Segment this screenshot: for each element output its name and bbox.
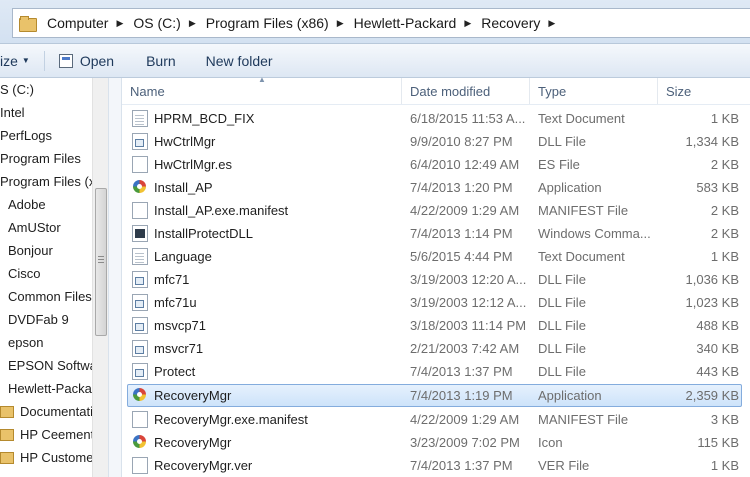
nav-item-intel[interactable]: Intel (0, 101, 25, 124)
table-row-selected[interactable]: RecoveryMgr 7/4/2013 1:19 PM Application… (127, 384, 742, 407)
file-icon (132, 457, 148, 474)
command-script-icon (132, 225, 148, 242)
nav-item-hewlett-packard[interactable]: Hewlett-Packa (8, 377, 92, 400)
table-row[interactable]: Install_AP 7/4/2013 1:20 PM Application … (127, 176, 742, 199)
table-row[interactable]: Install_AP.exe.manifest 4/22/2009 1:29 A… (127, 199, 742, 222)
folder-icon (0, 405, 14, 418)
nav-item-program-files-x86[interactable]: Program Files (x (0, 170, 95, 193)
table-row[interactable]: msvcr71 2/21/2003 7:42 AM DLL File 340 K… (127, 337, 742, 360)
nav-item-epson[interactable]: epson (8, 331, 43, 354)
table-row[interactable]: Protect 7/4/2013 1:37 PM DLL File 443 KB (127, 360, 742, 383)
table-row[interactable]: mfc71 3/19/2003 12:20 A... DLL File 1,03… (127, 268, 742, 291)
nav-scrollbar[interactable] (92, 78, 108, 477)
new-folder-button[interactable]: New folder (206, 53, 273, 69)
nav-item-amustor[interactable]: AmUStor (8, 216, 61, 239)
nav-item-program-files[interactable]: Program Files (0, 147, 81, 170)
breadcrumb-program-files-x86[interactable]: Program Files (x86) ▶ (206, 15, 354, 31)
chevron-down-icon: ▼ (21, 56, 30, 65)
open-button[interactable]: Open (58, 53, 114, 69)
icon-file-icon (132, 434, 148, 451)
table-row[interactable]: Language 5/6/2015 4:44 PM Text Document … (127, 245, 742, 268)
nav-item-os-c[interactable]: S (C:) (0, 78, 34, 101)
nav-item-epson-software[interactable]: EPSON Softwa (8, 354, 97, 377)
nav-item-hp-customer[interactable]: HP Customer (0, 446, 98, 469)
organize-button[interactable]: ize ▼ (0, 53, 30, 69)
table-row[interactable]: RecoveryMgr.ver 7/4/2013 1:37 PM VER Fil… (127, 454, 742, 477)
dll-file-icon (132, 363, 148, 380)
nav-item-bonjour[interactable]: Bonjour (8, 239, 53, 262)
application-icon (132, 387, 148, 404)
pane-splitter[interactable] (108, 78, 122, 477)
sort-ascending-icon: ▲ (258, 75, 266, 84)
chevron-right-icon[interactable]: ▶ (189, 18, 196, 29)
dll-file-icon (132, 271, 148, 288)
open-icon (58, 53, 73, 68)
table-row[interactable]: RecoveryMgr 3/23/2009 7:02 PM Icon 115 K… (127, 431, 742, 454)
chevron-right-icon[interactable]: ▶ (548, 18, 555, 29)
breadcrumb-os-c[interactable]: OS (C:) ▶ (133, 15, 205, 31)
dll-file-icon (132, 317, 148, 334)
text-document-icon (132, 110, 148, 127)
file-icon (132, 202, 148, 219)
table-row[interactable]: msvcp71 3/18/2003 11:14 PM DLL File 488 … (127, 314, 742, 337)
nav-item-adobe[interactable]: Adobe (8, 193, 46, 216)
folder-icon (0, 451, 14, 464)
column-header-type[interactable]: Type (530, 78, 658, 104)
address-bar: Computer ▶ OS (C:) ▶ Program Files (x86) ▶ … (0, 0, 750, 44)
breadcrumb-recovery[interactable]: Recovery ▶ (481, 15, 565, 31)
grip-icon (98, 256, 104, 257)
nav-item-common-files[interactable]: Common Files (8, 285, 92, 308)
folder-icon (19, 16, 37, 32)
command-bar: ize ▼ Open Burn New folder (0, 44, 750, 78)
file-icon (132, 411, 148, 428)
toolbar-divider (43, 50, 45, 71)
table-row[interactable]: HPRM_BCD_FIX 6/18/2015 11:53 A... Text D… (127, 107, 742, 130)
file-icon (132, 156, 148, 173)
application-icon (132, 179, 148, 196)
chevron-right-icon[interactable]: ▶ (464, 18, 471, 29)
nav-item-documentation[interactable]: Documentati (0, 400, 93, 423)
breadcrumb-hewlett-packard[interactable]: Hewlett-Packard ▶ (354, 15, 482, 31)
table-row[interactable]: InstallProtectDLL 7/4/2013 1:14 PM Windo… (127, 222, 742, 245)
dll-file-icon (132, 133, 148, 150)
column-header-date[interactable]: Date modified (402, 78, 530, 104)
table-row[interactable]: mfc71u 3/19/2003 12:12 A... DLL File 1,0… (127, 291, 742, 314)
folder-icon (0, 428, 14, 441)
chevron-right-icon[interactable]: ▶ (116, 18, 123, 29)
chevron-right-icon[interactable]: ▶ (337, 18, 344, 29)
header-divider (122, 104, 750, 105)
nav-item-perflogs[interactable]: PerfLogs (0, 124, 52, 147)
text-document-icon (132, 248, 148, 265)
dll-file-icon (132, 294, 148, 311)
table-row[interactable]: RecoveryMgr.exe.manifest 4/22/2009 1:29 … (127, 408, 742, 431)
column-header-size[interactable]: Size (658, 78, 750, 104)
table-row[interactable]: HwCtrlMgr 9/9/2010 8:27 PM DLL File 1,33… (127, 130, 742, 153)
address-box[interactable]: Computer ▶ OS (C:) ▶ Program Files (x86) ▶ … (12, 8, 750, 38)
grip-icon (98, 259, 104, 260)
nav-scrollbar-thumb[interactable] (95, 188, 107, 336)
nav-item-dvdfab[interactable]: DVDFab 9 (8, 308, 69, 331)
nav-item-hp-ceement[interactable]: HP Ceement (0, 423, 94, 446)
dll-file-icon (132, 340, 148, 357)
burn-button[interactable]: Burn (146, 53, 176, 69)
table-row[interactable]: HwCtrlMgr.es 6/4/2010 12:49 AM ES File 2… (127, 153, 742, 176)
grip-icon (98, 262, 104, 263)
nav-item-cisco[interactable]: Cisco (8, 262, 41, 285)
breadcrumb-computer[interactable]: Computer ▶ (47, 15, 133, 31)
